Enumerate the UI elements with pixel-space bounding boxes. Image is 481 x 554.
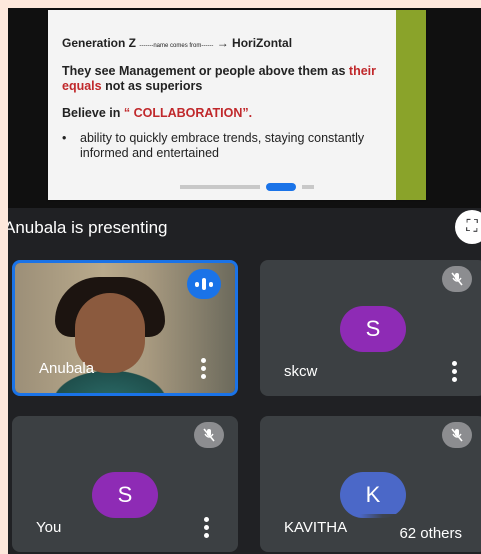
slide-footer <box>180 182 340 192</box>
presenting-bar: Anubala is presenting ⛶ <box>8 208 481 253</box>
participant-name: You <box>36 519 62 536</box>
avatar: K <box>340 472 406 518</box>
presentation-area: Generation Z -------name comes from-----… <box>8 8 481 208</box>
participant-tile-you[interactable]: S You <box>12 416 238 552</box>
slide-line-management: They see Management or people above them… <box>62 64 376 93</box>
more-options-icon[interactable] <box>204 517 210 538</box>
meet-window: Generation Z -------name comes from-----… <box>8 8 481 554</box>
participant-name: KAVITHA <box>284 519 348 536</box>
slide-line-believe: Believe in “ COLLABORATION”. <box>62 106 253 120</box>
fullscreen-icon: ⛶ <box>466 218 478 235</box>
participant-name: Anubala <box>39 360 95 377</box>
slide-bullet: • ability to quickly embrace trends, sta… <box>62 131 365 160</box>
speaking-indicator-icon <box>187 269 221 299</box>
avatar: S <box>92 472 158 518</box>
avatar: S <box>340 306 406 352</box>
slide-heading: Generation Z -------name comes from-----… <box>62 36 293 50</box>
arrow-icon: → <box>216 36 229 50</box>
slide-decoration <box>396 10 426 200</box>
mic-off-icon <box>194 422 224 448</box>
presenting-label: Anubala is presenting <box>8 218 168 237</box>
participant-tile-skcw[interactable]: S skcw <box>260 260 481 396</box>
mic-off-icon <box>442 422 472 448</box>
bullet-icon: • <box>62 131 67 145</box>
more-options-icon[interactable] <box>201 358 207 379</box>
participant-tile-anubala[interactable]: Anubala <box>12 260 238 396</box>
others-count-label[interactable]: 62 others <box>360 514 481 552</box>
participant-name: skcw <box>284 363 318 380</box>
fullscreen-button[interactable]: ⛶ <box>455 210 481 244</box>
participant-tile-kavitha[interactable]: K KAVITHA 62 others <box>260 416 481 552</box>
more-options-icon[interactable] <box>452 361 458 382</box>
mic-off-icon <box>442 266 472 292</box>
shared-slide: Generation Z -------name comes from-----… <box>48 10 426 200</box>
